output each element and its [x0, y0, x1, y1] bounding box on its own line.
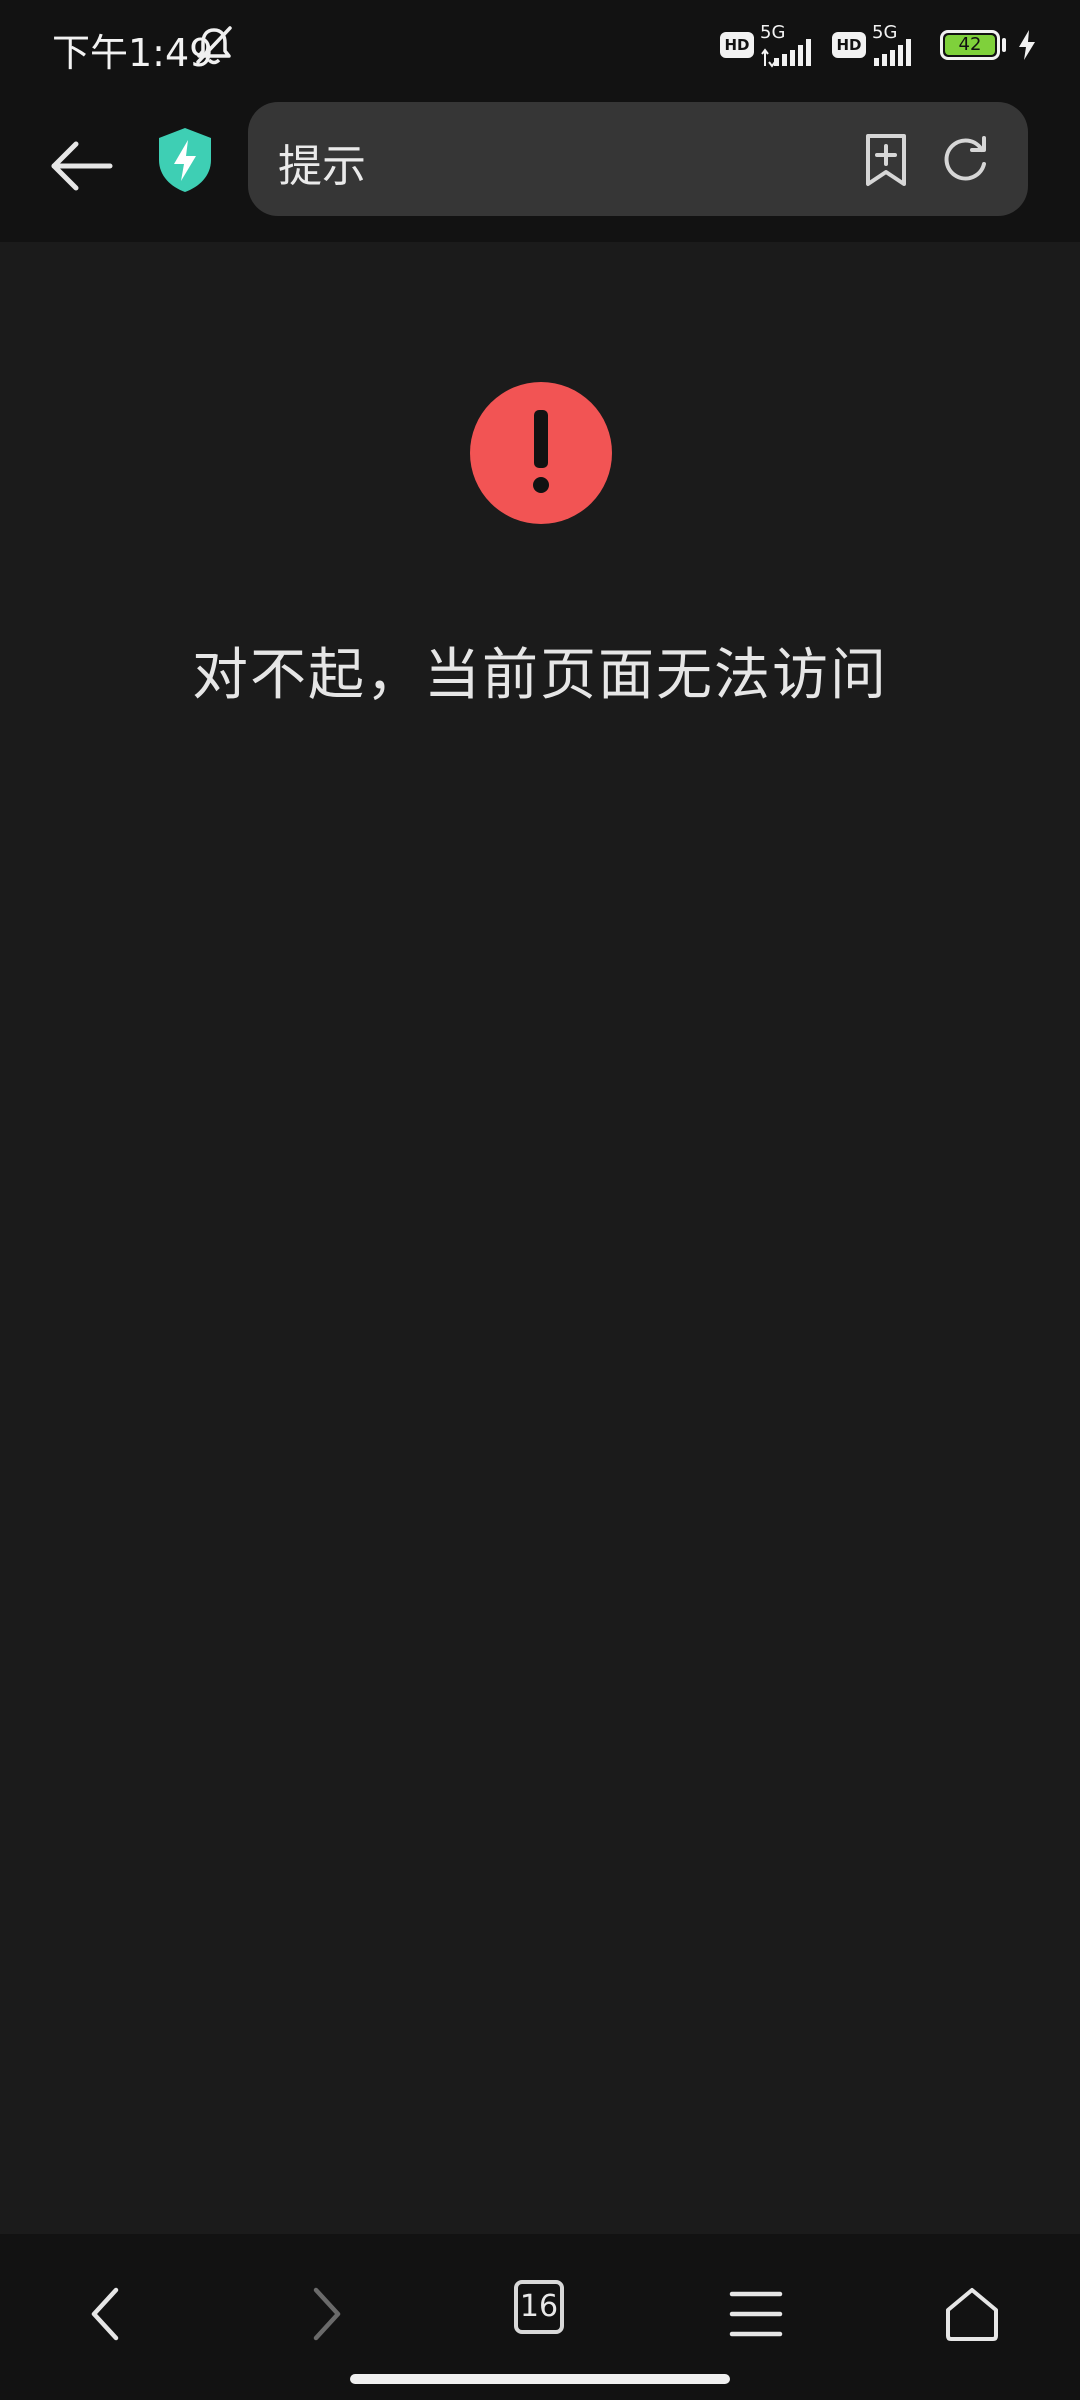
signal-icon-2 — [874, 39, 911, 66]
forward-icon[interactable] — [296, 2284, 356, 2344]
status-icons: HD 5G HD 5G 42 — [720, 22, 1050, 68]
tabs-icon[interactable]: 16 — [514, 2280, 564, 2334]
tab-count: 16 — [519, 2289, 559, 2324]
menu-icon[interactable] — [726, 2284, 786, 2344]
home-indicator[interactable] — [350, 2374, 730, 2384]
bookmark-add-icon[interactable] — [860, 132, 912, 188]
browser-bottom-bar: 16 — [0, 2234, 1080, 2400]
hd-label: HD — [724, 36, 750, 54]
hd-icon-2: HD — [832, 32, 866, 58]
charging-icon — [1019, 30, 1035, 60]
shield-icon[interactable] — [156, 126, 214, 194]
signal-icon — [761, 39, 811, 68]
battery-tip — [1002, 38, 1006, 52]
back-icon[interactable] — [76, 2284, 136, 2344]
hd-icon: HD — [720, 32, 754, 58]
battery-icon: 42 — [940, 30, 1000, 60]
browser-top-bar: 提示 — [0, 92, 1080, 242]
error-message: 对不起，当前页面无法访问 — [192, 643, 888, 708]
reload-icon[interactable] — [938, 132, 992, 186]
bell-off-icon — [196, 26, 232, 65]
hd-label-2: HD — [836, 36, 862, 54]
address-bar[interactable]: 提示 — [248, 102, 1028, 216]
status-bar: 下午1:49 HD 5G HD 5G 42 — [0, 0, 1080, 92]
home-icon[interactable] — [942, 2284, 1002, 2344]
back-arrow-icon[interactable] — [48, 132, 116, 200]
status-time: 下午1:49 — [52, 31, 214, 75]
battery-level: 42 — [958, 34, 982, 55]
exclamation-icon — [470, 382, 612, 524]
error-page: 对不起，当前页面无法访问 — [0, 242, 1080, 2234]
url-text[interactable]: 提示 — [278, 130, 366, 194]
